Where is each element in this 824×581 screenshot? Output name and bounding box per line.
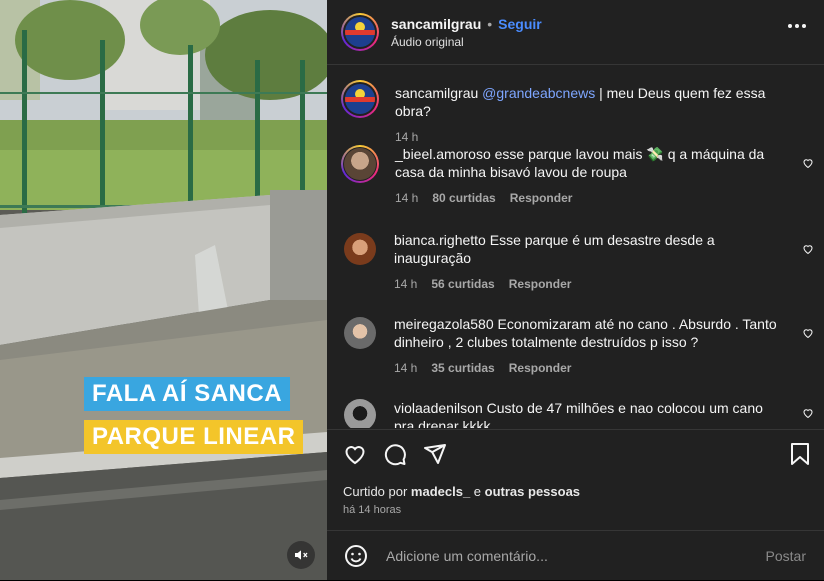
- mention-link[interactable]: @grandeabcnews: [482, 85, 595, 101]
- comments-list[interactable]: sancamilgrau @grandeabcnews | meu Deus q…: [327, 65, 824, 428]
- comment-meta: 14 h 35 curtidas Responder: [394, 359, 784, 377]
- comment-time: 14 h: [394, 277, 418, 291]
- comment-username[interactable]: meiregazola580: [394, 316, 494, 332]
- avatar-photo: [344, 148, 376, 180]
- comment-meta: 14 h 56 curtidas Responder: [394, 275, 784, 293]
- action-bar: [327, 429, 824, 470]
- heart-icon[interactable]: [802, 157, 814, 169]
- emoji-icon[interactable]: [344, 544, 368, 568]
- likes-summary: Curtido por madecls_ e outras pessoas: [343, 484, 580, 499]
- post-viewer: FALA AÍ SANCA PARQUE LINEAR sancamilgrau…: [0, 0, 824, 580]
- comment-item: _bieel.amoroso esse parque lavou mais 💸 …: [341, 145, 814, 207]
- heart-icon[interactable]: [342, 442, 368, 466]
- comment-likes[interactable]: 80 curtidas: [432, 189, 495, 207]
- comment-composer: Postar: [327, 530, 824, 581]
- liked-by-others[interactable]: outras pessoas: [485, 484, 580, 499]
- caption-comment: sancamilgrau @grandeabcnews | meu Deus q…: [341, 80, 814, 146]
- caption-line-2: PARQUE LINEAR: [84, 420, 304, 454]
- share-icon[interactable]: [423, 442, 447, 466]
- club-logo: [345, 17, 375, 47]
- comment-meta: 14 h: [395, 128, 785, 146]
- comment-item: meiregazola580 Economizaram até no cano …: [341, 315, 814, 377]
- caption-text: sancamilgrau @grandeabcnews | meu Deus q…: [395, 84, 785, 120]
- author-username[interactable]: sancamilgrau: [391, 16, 481, 32]
- comment-likes[interactable]: 35 curtidas: [431, 359, 494, 377]
- speaker-muted-icon: [295, 550, 308, 560]
- author-avatar[interactable]: [341, 13, 379, 51]
- comment-time: 14 h: [394, 361, 418, 375]
- commenter-avatar[interactable]: [344, 317, 376, 349]
- comment-item: bianca.righetto Esse parque é um desastr…: [341, 231, 814, 293]
- liked-by-user[interactable]: madecls_: [411, 484, 470, 499]
- comment-username[interactable]: sancamilgrau: [395, 85, 478, 101]
- heart-icon[interactable]: [802, 407, 814, 419]
- commenter-avatar[interactable]: [344, 399, 376, 428]
- likes-middle: e: [470, 484, 485, 499]
- comment-username[interactable]: violaadenilson: [394, 400, 483, 416]
- comment-icon[interactable]: [383, 442, 407, 466]
- reply-button[interactable]: Responder: [509, 359, 572, 377]
- comment-input[interactable]: [384, 547, 760, 565]
- mute-button[interactable]: [287, 541, 315, 569]
- caption-line-1: FALA AÍ SANCA: [84, 377, 291, 411]
- comment-time: 14 h: [395, 130, 419, 144]
- reel-video[interactable]: FALA AÍ SANCA PARQUE LINEAR: [0, 0, 327, 580]
- club-logo: [345, 84, 375, 114]
- separator: •: [487, 15, 493, 32]
- video-frame: [0, 0, 327, 580]
- bookmark-icon[interactable]: [790, 442, 810, 466]
- caption-avatar[interactable]: [341, 80, 379, 118]
- post-panel: sancamilgrau • Seguir Áudio original san…: [327, 0, 824, 580]
- reply-button[interactable]: Responder: [509, 275, 572, 293]
- comment-likes[interactable]: 56 curtidas: [431, 275, 494, 293]
- more-options-icon[interactable]: [788, 24, 806, 28]
- follow-button[interactable]: Seguir: [498, 16, 542, 32]
- post-comment-button[interactable]: Postar: [760, 547, 812, 565]
- comment-meta: 14 h 80 curtidas Responder: [395, 189, 785, 207]
- comment-username[interactable]: bianca.righetto: [394, 232, 486, 248]
- audio-label[interactable]: Áudio original: [391, 35, 542, 49]
- comment-username[interactable]: _bieel.amoroso: [395, 146, 491, 162]
- post-header: sancamilgrau • Seguir Áudio original: [327, 0, 824, 65]
- heart-icon[interactable]: [802, 327, 814, 339]
- comment-item: violaadenilson Custo de 47 milhões e nao…: [341, 399, 814, 428]
- comment-time: 14 h: [395, 191, 419, 205]
- commenter-avatar[interactable]: [341, 145, 379, 183]
- reply-button[interactable]: Responder: [510, 189, 573, 207]
- likes-prefix: Curtido por: [343, 484, 411, 499]
- commenter-avatar[interactable]: [344, 233, 376, 265]
- heart-icon[interactable]: [802, 243, 814, 255]
- post-time[interactable]: há 14 horas: [343, 504, 401, 516]
